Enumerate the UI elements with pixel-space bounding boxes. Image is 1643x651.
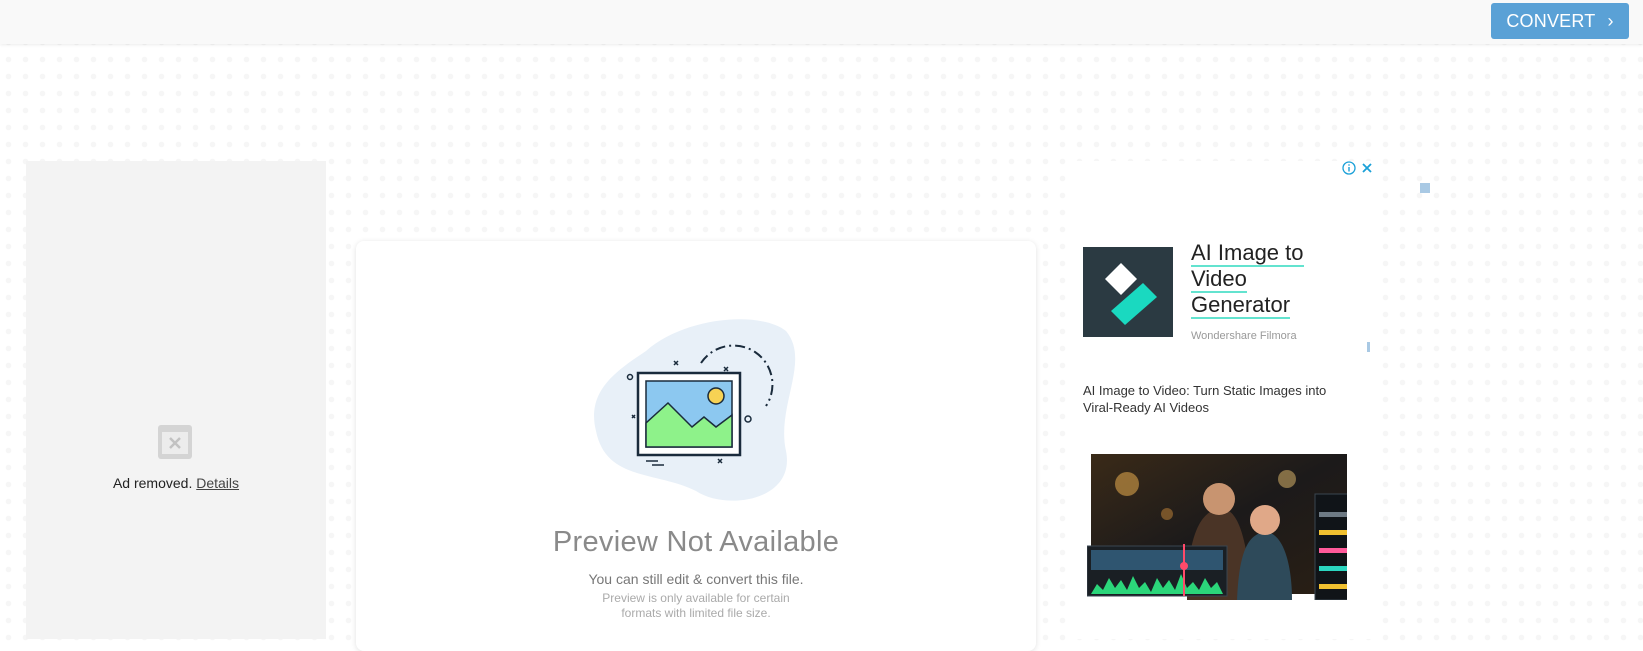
convert-button-label: CONVERT — [1506, 10, 1596, 31]
ad-details-link[interactable]: Details — [196, 475, 239, 491]
ad-description[interactable]: AI Image to Video: Turn Static Images in… — [1083, 382, 1333, 416]
filmora-logo-icon[interactable] — [1083, 247, 1173, 337]
ad-headline-line2: Video — [1191, 266, 1247, 293]
close-icon[interactable] — [1360, 161, 1374, 175]
ad-brand: Wondershare Filmora — [1191, 330, 1297, 342]
ad-controls — [1342, 161, 1374, 175]
decorative-bar — [1367, 342, 1370, 352]
ad-removed-message: Ad removed. Details — [26, 475, 326, 491]
ad-removed-label: Ad removed. — [112, 475, 193, 491]
decorative-square — [1420, 183, 1430, 193]
info-icon[interactable] — [1342, 161, 1356, 175]
ad-headline-line1: AI Image to — [1191, 240, 1304, 267]
ad-headline[interactable]: AI Image to Video Generator — [1191, 240, 1361, 319]
preview-note: Preview is only available for certain fo… — [602, 591, 790, 620]
chevron-right-icon: › — [1607, 10, 1614, 31]
preview-subtitle: You can still edit & convert this file. — [588, 571, 804, 587]
left-ad-slot: Ad removed. Details — [26, 161, 326, 639]
top-toolbar: CONVERT › — [0, 0, 1643, 44]
ad-headline-line3: Generator — [1191, 292, 1291, 319]
ad-removed-icon — [158, 425, 192, 459]
convert-button[interactable]: CONVERT › — [1491, 3, 1629, 39]
image-placeholder-icon — [594, 319, 796, 501]
right-ad-slot[interactable]: AI Image to Video Generator Wondershare … — [1076, 161, 1376, 639]
preview-title: Preview Not Available — [552, 526, 840, 558]
preview-card: Preview Not Available You can still edit… — [356, 241, 1036, 651]
ad-video-editor-image[interactable] — [1087, 454, 1347, 600]
